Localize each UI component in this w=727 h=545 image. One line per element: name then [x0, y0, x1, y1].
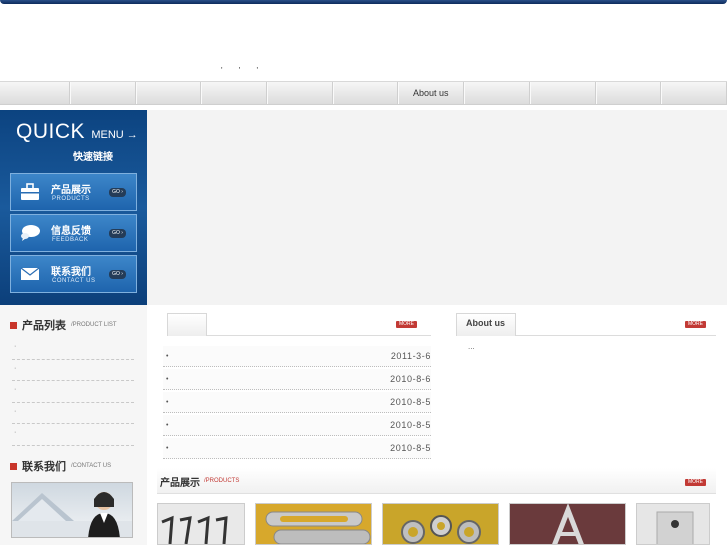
- nav-item-6[interactable]: [333, 82, 399, 104]
- product-list: · · · · ·: [12, 338, 134, 446]
- products-title: 产品展示: [160, 478, 200, 489]
- news-date: 2010-8-6: [390, 374, 431, 384]
- news-list: • 2011-3-6 • 2010-8-6 • 2010-8-5 • 2010-…: [163, 346, 431, 461]
- nav-item-10[interactable]: [596, 82, 662, 104]
- product-thumbnail[interactable]: [636, 503, 710, 545]
- nav-item-1[interactable]: [0, 82, 70, 104]
- contact-title: 联系我们: [22, 461, 66, 473]
- list-item[interactable]: ·: [12, 338, 134, 360]
- about-more-button[interactable]: MORE: [685, 321, 706, 328]
- news-date: 2011-3-6: [390, 351, 431, 361]
- header-dots: ' ' ': [221, 66, 272, 75]
- products-title-en: /PRODUCTS: [204, 478, 240, 484]
- table-row[interactable]: • 2010-8-6: [163, 369, 431, 390]
- products-header-bar: [157, 468, 716, 494]
- divider: [516, 335, 716, 336]
- nav-item-5[interactable]: [267, 82, 333, 104]
- header-dot: ': [256, 66, 259, 75]
- go-icon: GO ›: [109, 229, 126, 238]
- quick-title-main: QUICK: [16, 120, 86, 143]
- nav-item-9[interactable]: [530, 82, 596, 104]
- bullet-icon: •: [166, 444, 169, 452]
- about-us-text: ...: [468, 342, 475, 351]
- main-nav: About us: [0, 81, 727, 105]
- quick-menu-subtitle: 快速链接: [73, 152, 113, 163]
- nav-item-about-us[interactable]: About us: [398, 82, 465, 104]
- contact-title-en: /CONTACT US: [71, 463, 112, 469]
- table-row[interactable]: • 2010-8-5: [163, 438, 431, 459]
- quick-contact-label: 联系我们: [51, 267, 91, 278]
- quick-menu: QUICK MENU → 快速链接 产品展示 PRODUCTS GO › 信息反…: [0, 110, 147, 305]
- product-thumbnail[interactable]: [509, 503, 626, 545]
- quick-feedback-label: 信息反馈: [51, 226, 91, 237]
- quick-products-label: 产品展示: [51, 185, 91, 196]
- list-item[interactable]: ·: [12, 381, 134, 403]
- header-dot: ': [238, 66, 241, 75]
- bullet-icon: •: [166, 421, 169, 429]
- quick-products-label-en: PRODUCTS: [52, 196, 90, 202]
- red-square-icon: [10, 321, 17, 329]
- table-row[interactable]: • 2010-8-5: [163, 392, 431, 413]
- news-date: 2010-8-5: [390, 443, 431, 453]
- top-banner-bar: [0, 0, 727, 4]
- product-thumbnail[interactable]: [255, 503, 372, 545]
- product-list-heading: 产品列表 /PRODUCT LIST: [10, 318, 117, 332]
- chat-bubble-icon: [19, 223, 41, 243]
- tab-news[interactable]: [167, 313, 207, 336]
- main-banner: [147, 110, 727, 305]
- nav-item-11[interactable]: [661, 82, 727, 104]
- product-list-title: 产品列表: [22, 320, 66, 332]
- quick-feedback-label-en: FEEDBACK: [52, 237, 89, 243]
- quick-feedback-button[interactable]: 信息反馈 FEEDBACK GO ›: [10, 214, 137, 252]
- divider: [207, 335, 431, 336]
- news-date: 2010-8-5: [390, 397, 431, 407]
- about-us-title: About us: [466, 318, 505, 328]
- product-thumbnail[interactable]: [382, 503, 499, 545]
- list-item[interactable]: ·: [12, 424, 134, 446]
- table-row[interactable]: • 2011-3-6: [163, 346, 431, 367]
- header-dot: ': [221, 66, 223, 75]
- table-row[interactable]: • 2010-8-5: [163, 415, 431, 436]
- contact-photo: [11, 482, 133, 538]
- bullet-icon: •: [166, 398, 169, 406]
- quick-menu-title: QUICK MENU →: [16, 120, 138, 144]
- list-item[interactable]: ·: [12, 360, 134, 382]
- nav-item-4[interactable]: [201, 82, 267, 104]
- quick-title-suffix: MENU →: [91, 129, 138, 141]
- product-thumbnail[interactable]: [157, 503, 245, 545]
- product-list-title-en: /PRODUCT LIST: [71, 322, 117, 328]
- products-more-button[interactable]: MORE: [685, 479, 706, 486]
- contact-heading: 联系我们 /CONTACT US: [10, 459, 111, 473]
- briefcase-icon: [19, 182, 41, 202]
- news-date: 2010-8-5: [390, 420, 431, 430]
- nav-item-8[interactable]: [464, 82, 530, 104]
- red-square-icon: [10, 462, 17, 470]
- envelope-icon: [19, 264, 41, 284]
- quick-contact-button[interactable]: 联系我们 CONTACT US GO ›: [10, 255, 137, 293]
- nav-item-2[interactable]: [70, 82, 136, 104]
- nav-item-3[interactable]: [136, 82, 202, 104]
- go-icon: GO ›: [109, 270, 126, 279]
- quick-products-button[interactable]: 产品展示 PRODUCTS GO ›: [10, 173, 137, 211]
- quick-contact-label-en: CONTACT US: [52, 278, 96, 284]
- news-more-button[interactable]: MORE: [396, 321, 417, 328]
- bullet-icon: •: [166, 375, 169, 383]
- list-item[interactable]: ·: [12, 403, 134, 425]
- go-icon: GO ›: [109, 188, 126, 197]
- bullet-icon: •: [166, 352, 169, 360]
